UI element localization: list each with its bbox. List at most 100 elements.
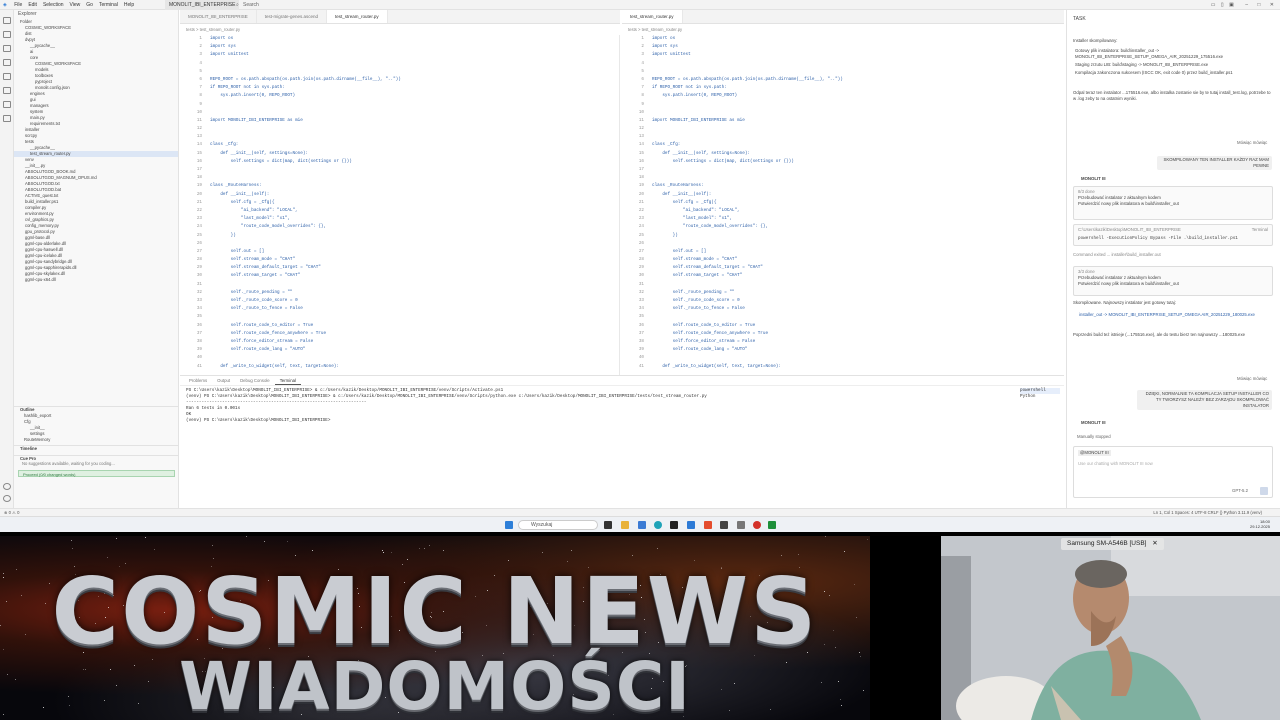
editor-pane-right[interactable]: 1 import os 2 import sys 3 import unittest 4 5 6… <box>622 35 1064 375</box>
menu-item[interactable]: File <box>11 0 25 10</box>
panel-tab[interactable]: Debug Console <box>235 376 275 385</box>
extensions-icon[interactable] <box>2 73 11 80</box>
menu-item[interactable]: Help <box>121 0 137 10</box>
app-icon[interactable] <box>753 521 761 529</box>
star <box>781 555 783 557</box>
outline-item[interactable]: RouteMemory <box>14 437 178 443</box>
chat-result: installer_out -> MONOLIT_IBI_ENTERPRISE_… <box>1079 312 1255 317</box>
chat-input-placeholder[interactable]: Use our chatting with MONOLIT III now <box>1078 461 1153 467</box>
line-number: 30 <box>638 273 644 279</box>
code-text: def __init__(self): <box>652 191 712 197</box>
testing-icon[interactable] <box>2 87 11 94</box>
code-text: "ai_backend": "LOCAL", <box>210 207 298 213</box>
code-text: self.stream_target = "CHAT" <box>652 273 743 279</box>
menu-item[interactable]: Terminal <box>96 0 121 10</box>
file-tree-item[interactable]: ggml-cpu-x64.dll <box>14 277 178 283</box>
tray-clock[interactable]: 18:00 29.12.2025 <box>1250 519 1270 529</box>
code-line: 5 <box>622 68 1064 76</box>
close-icon[interactable]: ✕ <box>1152 540 1157 547</box>
line-number: 8 <box>199 93 202 99</box>
code-text: self._route_to_fence = False <box>210 306 303 312</box>
code-text: self.out = [] <box>210 248 265 254</box>
app-icon[interactable]: ◈ <box>0 0 10 10</box>
taskbar-search[interactable]: Wyszukaj <box>518 520 598 530</box>
code-line: 7 if REPO_ROOT not in sys.path: <box>180 84 619 92</box>
code-editor-icon[interactable] <box>687 521 695 529</box>
maximize-icon[interactable]: □ <box>1257 2 1260 8</box>
line-number: 12 <box>196 126 202 132</box>
terminal-session[interactable]: Python <box>1020 394 1060 400</box>
context-chip[interactable]: @MONOLIT III <box>1078 450 1111 456</box>
minimize-icon[interactable]: – <box>1245 2 1248 8</box>
menu-item[interactable]: View <box>67 0 84 10</box>
task-view-icon[interactable] <box>604 521 612 529</box>
gear-icon[interactable] <box>3 495 11 502</box>
send-button[interactable] <box>1260 487 1268 495</box>
account-icon[interactable] <box>3 483 11 490</box>
line-number: 13 <box>638 134 644 140</box>
timeline-header[interactable]: Timeline <box>14 445 178 451</box>
cue-proceed-button[interactable]: Proceed (0/0 changed words) <box>18 470 175 477</box>
breadcrumb[interactable]: tests > test_stream_router.py <box>186 26 240 34</box>
line-number: 5 <box>641 68 644 74</box>
panel-tab[interactable]: Terminal <box>274 376 301 385</box>
chat-panel: TASK Installer skompilowany: Gotowy plik… <box>1066 10 1280 508</box>
global-search[interactable]: Search <box>243 0 259 10</box>
command-tag[interactable]: Terminal <box>1252 227 1268 233</box>
editor-tab[interactable]: MONOLIT_IBI_ENTERPRISE <box>180 10 257 23</box>
editor-tab[interactable]: test-migrate-genes.ascend <box>257 10 328 23</box>
panel-tab[interactable]: Output <box>212 376 235 385</box>
editor-tab[interactable]: test_stream_router.py <box>622 10 683 23</box>
chat-input-box[interactable]: @MONOLIT III Use our chatting with MONOL… <box>1073 446 1273 498</box>
run-debug-icon[interactable] <box>2 59 11 66</box>
menu-item[interactable]: Go <box>83 0 96 10</box>
code-text: self.settings = dict(map, dict(settings … <box>652 158 794 164</box>
panel-tab[interactable]: Problems <box>184 376 212 385</box>
layout-icon[interactable]: ▯ <box>1221 2 1224 8</box>
menu-item[interactable]: Edit <box>25 0 40 10</box>
cue-message: No suggestions available, waiting for yo… <box>22 461 115 466</box>
search-icon[interactable]: ⌕ <box>236 0 239 10</box>
search-icon[interactable] <box>2 31 11 38</box>
code-text: self.force_editor_stream = False <box>652 338 756 344</box>
brave-icon[interactable] <box>704 521 712 529</box>
user-message: SKOMPILOWANY TEN INSTALLER KAŻDY RAZ MAM… <box>1157 156 1272 170</box>
source-control-icon[interactable] <box>2 45 11 52</box>
project-title[interactable]: MONOLIT_IBI_ENTERPRISE <box>165 0 240 10</box>
terminal-line: (venv) PS C:\Users\kazik\Desktop\MONOLIT… <box>186 418 333 423</box>
app-icon[interactable] <box>768 521 776 529</box>
layout-icon[interactable]: ▭ <box>1211 2 1216 8</box>
windows-start-icon[interactable] <box>505 521 513 529</box>
edge-icon[interactable] <box>654 521 662 529</box>
close-icon[interactable]: ✕ <box>1270 2 1274 8</box>
line-number: 21 <box>196 199 202 205</box>
explorer-icon[interactable] <box>2 17 11 24</box>
code-text: self.route_code_fence_anywhere = True <box>210 330 327 336</box>
taskbar: Wyszukaj 18:00 29.12.2025 <box>0 516 1280 532</box>
breadcrumb[interactable]: tests > test_stream_router.py <box>628 26 682 34</box>
editor-tab[interactable]: test_stream_router.py <box>327 10 388 23</box>
editor-pane-left[interactable]: 1 import os 2 import sys 3 import unittest 4 5 6… <box>180 35 620 375</box>
store-icon[interactable] <box>638 521 646 529</box>
menu-item[interactable]: Selection <box>40 0 67 10</box>
app-icon[interactable] <box>737 521 745 529</box>
code-line: 37 self.route_code_fence_anywhere = True <box>180 330 619 338</box>
code-line: 15 def __init__(self, settings=None): <box>180 150 619 158</box>
code-text: self.stream_default_target = "CHAT" <box>652 265 763 271</box>
line-number: 32 <box>638 289 644 295</box>
chat-icon[interactable] <box>2 101 11 108</box>
code-line: 6 REPO_ROOT = os.path.abspath(os.path.joi… <box>622 76 1064 84</box>
chat-bullet-list: Gotowy plik instalatora: build\installer… <box>1075 48 1270 78</box>
model-picker[interactable]: GPT-5.2 <box>1232 488 1248 494</box>
file-explorer-icon[interactable] <box>621 521 629 529</box>
code-line: 40 <box>622 354 1064 362</box>
terminal-icon[interactable] <box>670 521 678 529</box>
terminal-output[interactable]: PS C:\Users\kazik\Desktop\MONOLIT_IBI_EN… <box>186 388 1006 424</box>
remote-icon[interactable] <box>2 115 11 122</box>
app-icon[interactable] <box>720 521 728 529</box>
layout-icon[interactable]: ▣ <box>1229 2 1234 8</box>
chat-note: Odpal teraz ten instalator ...175516.exe… <box>1073 90 1271 101</box>
code-line: 13 <box>180 133 619 141</box>
code-text: class _RouteHarness: <box>210 183 262 189</box>
todo-item: Potwierdzić nowy plik instalatora w buil… <box>1078 281 1179 286</box>
